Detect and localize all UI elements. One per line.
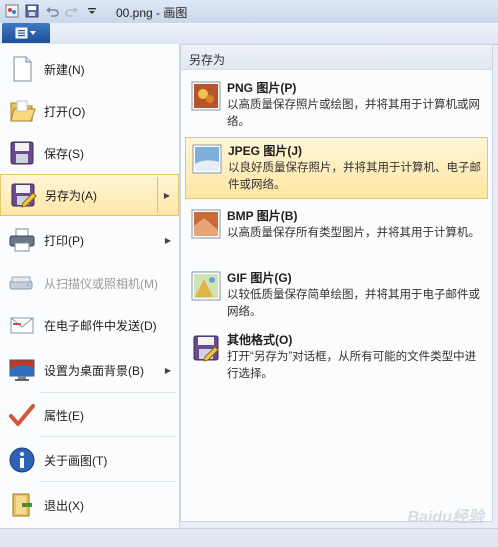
- save-as-item-desc: 打开“另存为”对话框，从所有可能的文件类型中进行选择。: [227, 351, 477, 380]
- other-formats-icon: [191, 333, 221, 363]
- submenu-title: 另存为: [189, 53, 226, 67]
- menu-item-label: 新建(N): [44, 62, 85, 77]
- save-as-item-title: 其他格式(O): [227, 333, 293, 347]
- menu-item-email[interactable]: 在电子邮件中发送(D): [0, 304, 179, 346]
- ribbon-strip: [0, 23, 498, 45]
- open-folder-icon: [8, 97, 36, 125]
- submenu-header: 另存为: [181, 45, 492, 70]
- save-as-item-title: JPEG 图片(J): [228, 144, 303, 158]
- chevron-right-icon[interactable]: ▶: [165, 366, 171, 375]
- exit-icon: [8, 491, 36, 519]
- chevron-right-icon[interactable]: ▶: [164, 191, 170, 200]
- menu-item-save[interactable]: 保存(S): [0, 132, 179, 174]
- save-as-item-title: GIF 图片(G): [227, 271, 292, 285]
- scanner-icon: [8, 269, 36, 297]
- properties-check-icon: [8, 401, 36, 429]
- gif-image-icon: [191, 271, 221, 301]
- menu-item-save-as[interactable]: 另存为(A) ▶: [0, 174, 179, 216]
- png-image-icon: [191, 81, 221, 111]
- quick-access-toolbar: [4, 3, 104, 19]
- new-file-icon: [8, 55, 36, 83]
- title-bar: 00.png - 画图: [0, 0, 498, 24]
- printer-icon: [8, 226, 36, 254]
- file-menu: 新建(N) 打开(O) 保存(S) 另存为(A) ▶ 打印(P) ▶ 从扫描仪或…: [0, 44, 180, 528]
- save-disk-icon: [8, 139, 36, 167]
- save-as-item-desc: 以较低质量保存简单绘图，并将其用于电子邮件或网络。: [227, 289, 480, 318]
- paint-app-icon[interactable]: [4, 3, 20, 19]
- menu-item-desktop-background[interactable]: 设置为桌面背景(B) ▶: [0, 349, 179, 391]
- menu-item-scanner: 从扫描仪或照相机(M): [0, 262, 179, 304]
- menu-separator: [40, 481, 176, 482]
- email-icon: [8, 311, 36, 339]
- save-as-item-desc: 以高质量保存所有类型图片，并将其用于计算机。: [227, 227, 480, 239]
- menu-item-about[interactable]: 关于画图(T): [0, 439, 179, 481]
- save-as-icon: [9, 181, 37, 209]
- save-as-item-desc: 以高质量保存照片或绘图，并将其用于计算机或网络。: [227, 99, 480, 128]
- customize-icon[interactable]: [84, 3, 100, 19]
- menu-item-label: 另存为(A): [45, 188, 97, 203]
- app-menu-icon: [15, 27, 37, 39]
- desktop-background-icon: [8, 356, 36, 384]
- app-menu-button[interactable]: [2, 23, 50, 43]
- save-as-submenu: 另存为 PNG 图片(P) 以高质量保存照片或绘图，并将其用于计算机或网络。 J…: [180, 44, 493, 522]
- undo-icon[interactable]: [44, 3, 60, 19]
- window-title: 00.png - 画图: [116, 6, 188, 20]
- info-icon: [8, 446, 36, 474]
- save-as-item-title: BMP 图片(B): [227, 209, 298, 223]
- menu-item-label: 关于画图(T): [44, 453, 108, 468]
- save-as-item-title: PNG 图片(P): [227, 81, 297, 95]
- save-as-other-formats[interactable]: 其他格式(O) 打开“另存为”对话框，从所有可能的文件类型中进行选择。: [185, 327, 488, 389]
- save-icon[interactable]: [24, 3, 40, 19]
- menu-item-label: 打印(P): [44, 233, 84, 248]
- save-as-item-desc: 以良好质量保存照片，并将其用于计算机、电子邮件或网络。: [228, 162, 481, 191]
- menu-item-label: 设置为桌面背景(B): [44, 363, 144, 378]
- menu-item-label: 退出(X): [44, 498, 84, 513]
- save-as-gif[interactable]: GIF 图片(G) 以较低质量保存简单绘图，并将其用于电子邮件或网络。: [185, 265, 488, 327]
- menu-separator: [40, 392, 176, 393]
- menu-split-divider: [157, 177, 158, 213]
- menu-item-print[interactable]: 打印(P) ▶: [0, 219, 179, 261]
- menu-item-new[interactable]: 新建(N): [0, 48, 179, 90]
- status-bar: [0, 528, 498, 547]
- redo-icon[interactable]: [64, 3, 80, 19]
- menu-separator: [40, 436, 176, 437]
- menu-item-properties[interactable]: 属性(E): [0, 394, 179, 436]
- menu-item-label: 属性(E): [44, 408, 84, 423]
- menu-item-label: 打开(O): [44, 104, 86, 119]
- menu-item-exit[interactable]: 退出(X): [0, 484, 179, 526]
- menu-item-label: 在电子邮件中发送(D): [44, 318, 157, 333]
- jpeg-image-icon: [192, 144, 222, 174]
- save-as-bmp[interactable]: BMP 图片(B) 以高质量保存所有类型图片，并将其用于计算机。: [185, 203, 488, 265]
- chevron-right-icon[interactable]: ▶: [165, 236, 171, 245]
- save-as-jpeg[interactable]: JPEG 图片(J) 以良好质量保存照片，并将其用于计算机、电子邮件或网络。: [185, 137, 488, 199]
- menu-item-open[interactable]: 打开(O): [0, 90, 179, 132]
- menu-item-label: 从扫描仪或照相机(M): [44, 276, 158, 291]
- watermark: Baidu经验: [407, 509, 484, 526]
- bmp-image-icon: [191, 209, 221, 239]
- menu-item-label: 保存(S): [44, 146, 84, 161]
- save-as-png[interactable]: PNG 图片(P) 以高质量保存照片或绘图，并将其用于计算机或网络。: [185, 75, 488, 137]
